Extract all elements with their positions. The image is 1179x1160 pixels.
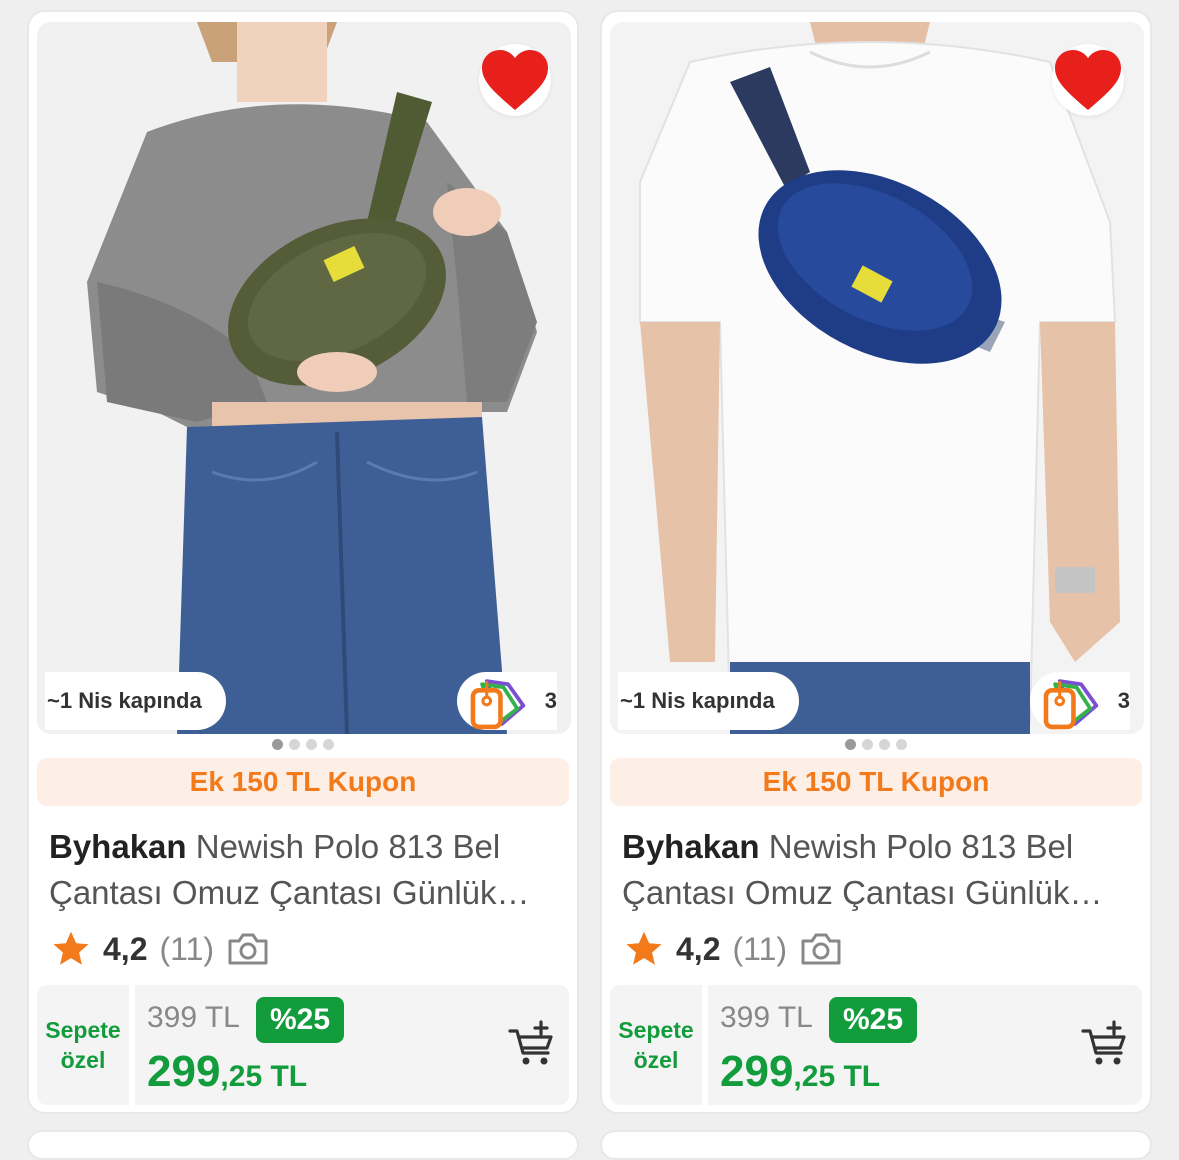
rating-row[interactable]: 4,2 (11) — [51, 927, 270, 971]
offer-count: 3 — [544, 688, 557, 713]
coupon-text: Ek 150 TL Kupon — [762, 766, 990, 797]
rating-score: 4,2 — [103, 930, 148, 967]
delivery-badge: ~1 Nis kapında — [618, 672, 799, 730]
price-tag-icon — [470, 679, 526, 730]
basket-special-label: Sepete özel — [37, 985, 129, 1105]
coupon-banner: Ek 150 TL Kupon — [610, 758, 1142, 806]
heart-filled-icon — [1055, 50, 1121, 110]
add-to-cart-button[interactable] — [1078, 1017, 1132, 1071]
rating-row[interactable]: 4,2 (11) — [624, 927, 843, 971]
delivery-text: ~1 Nis kapında — [620, 688, 775, 713]
basket-special-label: Sepete özel — [610, 985, 702, 1105]
carousel-dot[interactable] — [272, 739, 283, 750]
price-tag-icon — [1043, 679, 1099, 730]
brand-name: Byhakan — [49, 828, 187, 865]
camera-icon — [228, 933, 268, 965]
price-box: Sepete özel 399 TL %25 299,25 TL — [37, 985, 569, 1105]
price-rest: ,25 TL — [793, 1060, 881, 1093]
carousel-dot[interactable] — [306, 739, 317, 750]
offers-badge[interactable]: 3 — [1030, 672, 1130, 730]
favorite-button[interactable] — [1052, 44, 1124, 116]
price-rest: ,25 TL — [220, 1060, 308, 1093]
product-card[interactable]: ~1 Nis kapında 3 Ek 150 TL Kupon Byhakan… — [600, 10, 1152, 1114]
offer-count: 3 — [1117, 688, 1130, 713]
product-title[interactable]: Byhakan Newish Polo 813 Bel Çantası Omuz… — [622, 824, 1134, 916]
next-product-card[interactable] — [600, 1130, 1152, 1160]
product-image[interactable]: ~1 Nis kapında 3 — [610, 22, 1144, 734]
basket-special-line1: Sepete — [45, 1017, 121, 1043]
carousel-dot[interactable] — [879, 739, 890, 750]
price-main: 299 — [147, 1047, 221, 1096]
divider — [702, 985, 708, 1105]
carousel-dot[interactable] — [845, 739, 856, 750]
discounted-price: 299,25 TL — [147, 1047, 307, 1097]
basket-special-line2: özel — [633, 1047, 679, 1073]
star-icon — [53, 931, 89, 965]
divider — [129, 985, 135, 1105]
price-main: 299 — [720, 1047, 794, 1096]
delivery-text: ~1 Nis kapında — [47, 688, 202, 713]
discounted-price: 299,25 TL — [720, 1047, 880, 1097]
brand-name: Byhakan — [622, 828, 760, 865]
product-grid: ~1 Nis kapında 3 Ek 150 TL Kupon Byhakan… — [0, 0, 1179, 1160]
price-box: Sepete özel 399 TL %25 299,25 TL — [610, 985, 1142, 1105]
image-carousel-dots — [29, 739, 577, 751]
review-count: (11) — [732, 930, 788, 967]
coupon-banner: Ek 150 TL Kupon — [37, 758, 569, 806]
product-image[interactable]: ~1 Nis kapında 3 — [37, 22, 571, 734]
carousel-dot[interactable] — [289, 739, 300, 750]
product-card[interactable]: ~1 Nis kapında 3 Ek 150 TL Kupon Byhakan… — [27, 10, 579, 1114]
cart-plus-icon — [1081, 1020, 1126, 1065]
review-count: (11) — [159, 930, 215, 967]
old-price: 399 TL — [720, 1001, 813, 1034]
star-icon — [626, 931, 662, 965]
carousel-dot[interactable] — [862, 739, 873, 750]
heart-filled-icon — [482, 50, 548, 110]
coupon-text: Ek 150 TL Kupon — [189, 766, 417, 797]
carousel-dot[interactable] — [896, 739, 907, 750]
add-to-cart-button[interactable] — [505, 1017, 559, 1071]
offers-badge[interactable]: 3 — [457, 672, 557, 730]
discount-badge: %25 — [256, 997, 345, 1043]
basket-special-line1: Sepete — [618, 1017, 694, 1043]
camera-icon — [801, 933, 841, 965]
image-carousel-dots — [602, 739, 1150, 751]
delivery-badge: ~1 Nis kapında — [45, 672, 226, 730]
old-price: 399 TL — [147, 1001, 240, 1034]
basket-special-line2: özel — [60, 1047, 106, 1073]
product-title[interactable]: Byhakan Newish Polo 813 Bel Çantası Omuz… — [49, 824, 561, 916]
favorite-button[interactable] — [479, 44, 551, 116]
rating-score: 4,2 — [676, 930, 721, 967]
carousel-dot[interactable] — [323, 739, 334, 750]
cart-plus-icon — [508, 1020, 553, 1065]
discount-badge: %25 — [829, 997, 918, 1043]
next-product-card[interactable] — [27, 1130, 579, 1160]
